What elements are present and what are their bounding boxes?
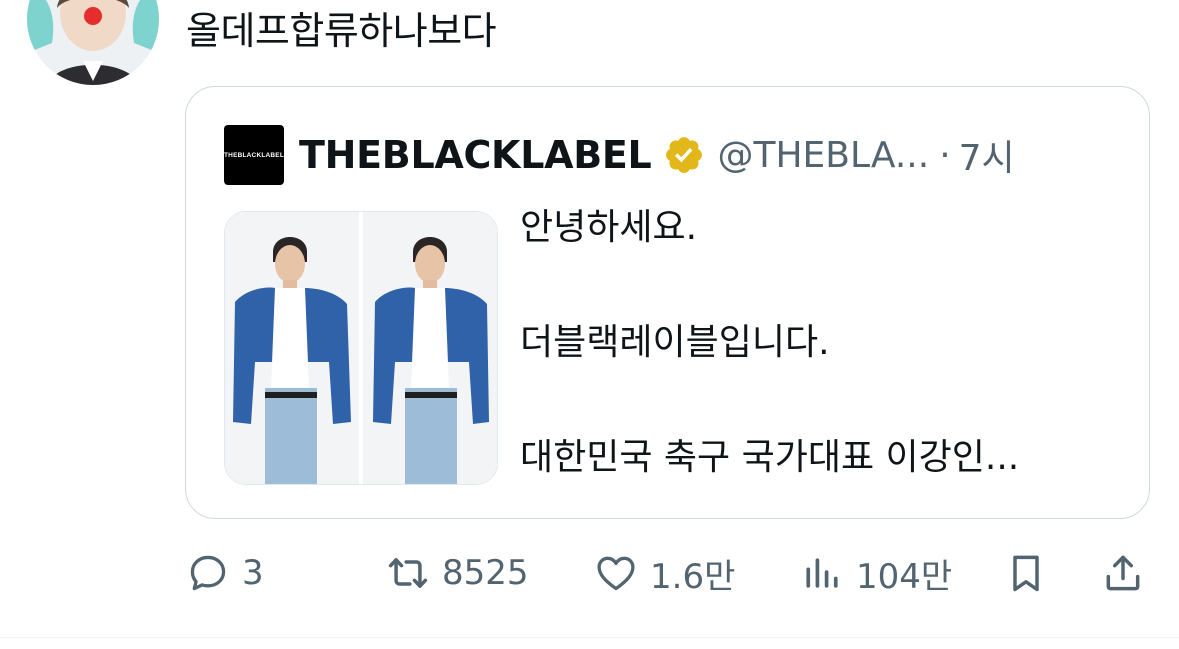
user-avatar[interactable] xyxy=(27,0,159,85)
quoted-line-2: 더블랙레이블입니다. xyxy=(520,322,830,363)
share-button[interactable] xyxy=(1101,548,1145,598)
reply-count: 3 xyxy=(242,553,264,593)
logo-text: THEBLACKLABEL xyxy=(224,151,285,159)
quoted-author-avatar[interactable]: THEBLACKLABEL xyxy=(224,125,284,185)
quoted-tweet-text: 안녕하세요. 더블랙레이블입니다. 대한민국 축구 국가대표 이강인... xyxy=(520,207,1019,479)
quoted-author-name[interactable]: THEBLACKLABEL xyxy=(299,133,652,177)
quoted-line-1: 안녕하세요. xyxy=(520,207,698,248)
views-button[interactable]: 104만 xyxy=(800,548,952,598)
header-separator: · xyxy=(939,134,951,176)
retweet-icon xyxy=(388,558,428,588)
media-photo-1[interactable] xyxy=(225,212,359,484)
tweet-actions-bar: 3 8525 1.6만 104만 xyxy=(186,548,1148,598)
bookmark-button[interactable] xyxy=(1004,548,1048,598)
heart-icon xyxy=(597,556,635,591)
retweet-count: 8525 xyxy=(442,553,529,593)
media-photo-2[interactable] xyxy=(363,212,497,484)
quoted-tweet-header: THEBLACKLABEL THEBLACKLABEL @THEBLA... ·… xyxy=(224,125,1015,185)
quoted-media[interactable] xyxy=(224,211,498,485)
quoted-timestamp[interactable]: 7시 xyxy=(959,129,1015,181)
photo-image xyxy=(363,212,497,484)
tweet-text: 올데프합류하나보다 xyxy=(186,9,497,53)
views-chart-icon xyxy=(806,558,838,588)
like-count: 1.6만 xyxy=(650,556,736,597)
view-count: 104만 xyxy=(856,556,953,597)
like-button[interactable]: 1.6만 xyxy=(594,548,735,598)
quoted-line-3: 대한민국 축구 국가대표 이강인... xyxy=(520,437,1020,478)
retweet-button[interactable]: 8525 xyxy=(386,548,529,598)
quoted-author-handle[interactable]: @THEBLA... xyxy=(717,135,929,176)
reply-icon xyxy=(190,555,226,591)
quoted-tweet-card[interactable]: THEBLACKLABEL THEBLACKLABEL @THEBLA... ·… xyxy=(185,86,1150,519)
bookmark-icon xyxy=(1013,555,1039,592)
share-icon xyxy=(1106,555,1140,591)
reply-button[interactable]: 3 xyxy=(186,548,264,598)
verified-badge-icon xyxy=(666,137,703,173)
tweet-divider xyxy=(0,637,1179,638)
photo-image xyxy=(225,212,359,484)
avatar-image xyxy=(27,0,159,85)
